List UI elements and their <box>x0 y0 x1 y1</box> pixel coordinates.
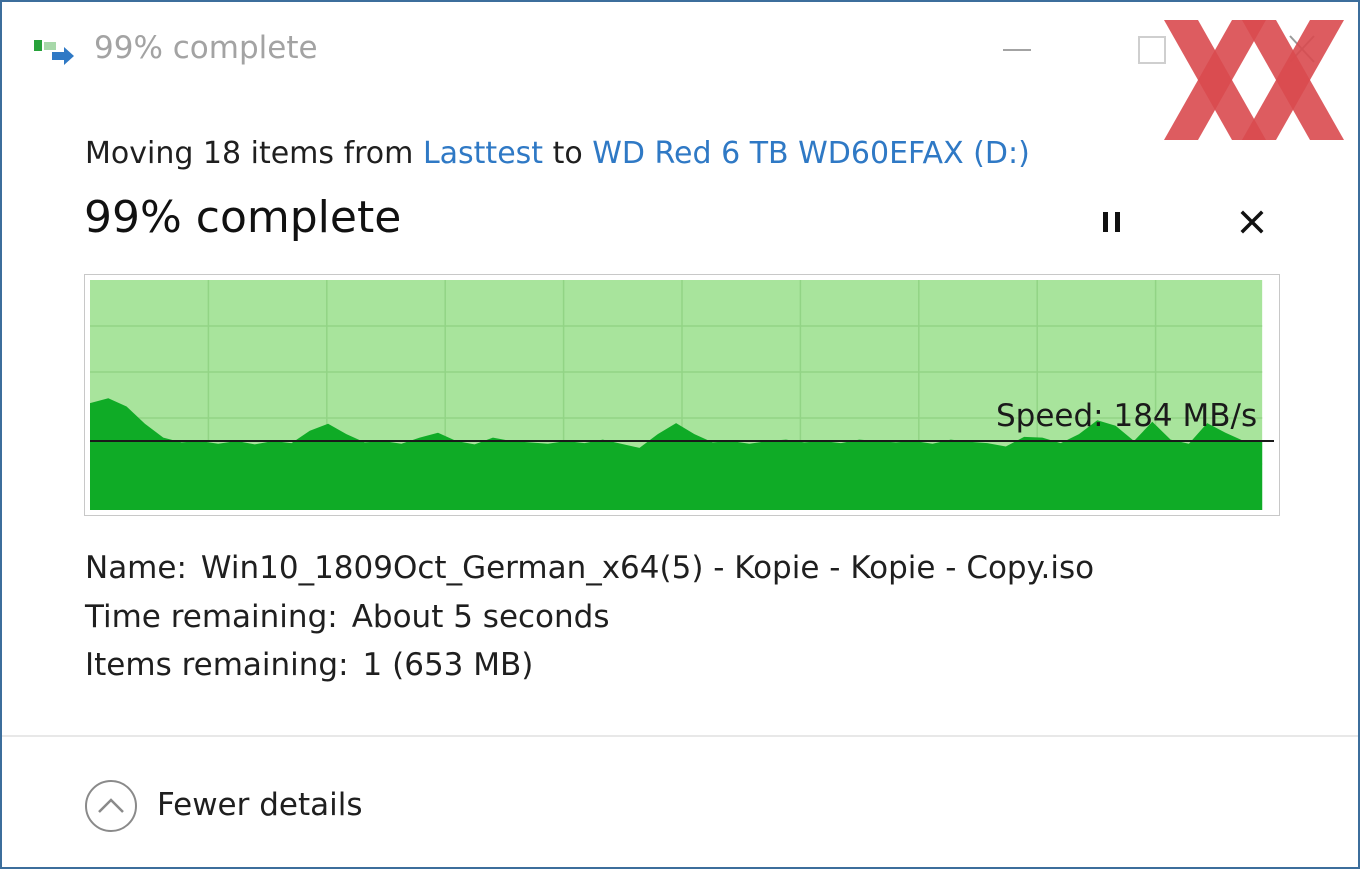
time-remaining-label: Time remaining: <box>85 599 338 635</box>
operation-description: Moving 18 items from Lasttest to WD Red … <box>85 136 1030 171</box>
cancel-icon <box>1240 210 1264 234</box>
fewer-details-label: Fewer details <box>157 787 363 823</box>
speed-label: Speed: 184 MB/s <box>996 398 1258 434</box>
detail-items-remaining: Items remaining: 1 (653 MB) <box>85 647 533 683</box>
name-label: Name: <box>85 550 187 586</box>
chevron-up-circle-icon <box>85 780 137 832</box>
window-title: 99% complete <box>94 30 318 66</box>
time-remaining-value: About 5 seconds <box>351 599 610 635</box>
source-link[interactable]: Lasttest <box>423 136 543 171</box>
items-remaining-label: Items remaining: <box>85 647 349 683</box>
title-bar[interactable]: 99% complete <box>2 2 1358 102</box>
cancel-button[interactable] <box>1230 200 1274 244</box>
progress-percent: 99% complete <box>84 192 402 243</box>
detail-name: Name: Win10_1809Oct_German_x64(5) - Kopie… <box>85 550 1094 586</box>
file-operation-dialog: 99% complete Moving 18 items from Lastte… <box>0 0 1360 869</box>
speed-graph <box>84 274 1280 516</box>
operation-connector: to <box>543 136 593 171</box>
minimize-button[interactable] <box>986 24 1046 74</box>
dialog-footer: Fewer details <box>2 737 1358 867</box>
operation-prefix: Moving 18 items from <box>85 136 423 171</box>
pause-button[interactable] <box>1090 200 1134 244</box>
watermark-logo <box>1164 20 1344 140</box>
file-move-icon <box>34 40 74 65</box>
items-remaining-value: 1 (653 MB) <box>362 647 534 683</box>
destination-link[interactable]: WD Red 6 TB WD60EFAX (D:) <box>592 136 1030 171</box>
detail-time-remaining: Time remaining: About 5 seconds <box>85 599 610 635</box>
name-value: Win10_1809Oct_German_x64(5) - Kopie - Ko… <box>200 550 1095 586</box>
